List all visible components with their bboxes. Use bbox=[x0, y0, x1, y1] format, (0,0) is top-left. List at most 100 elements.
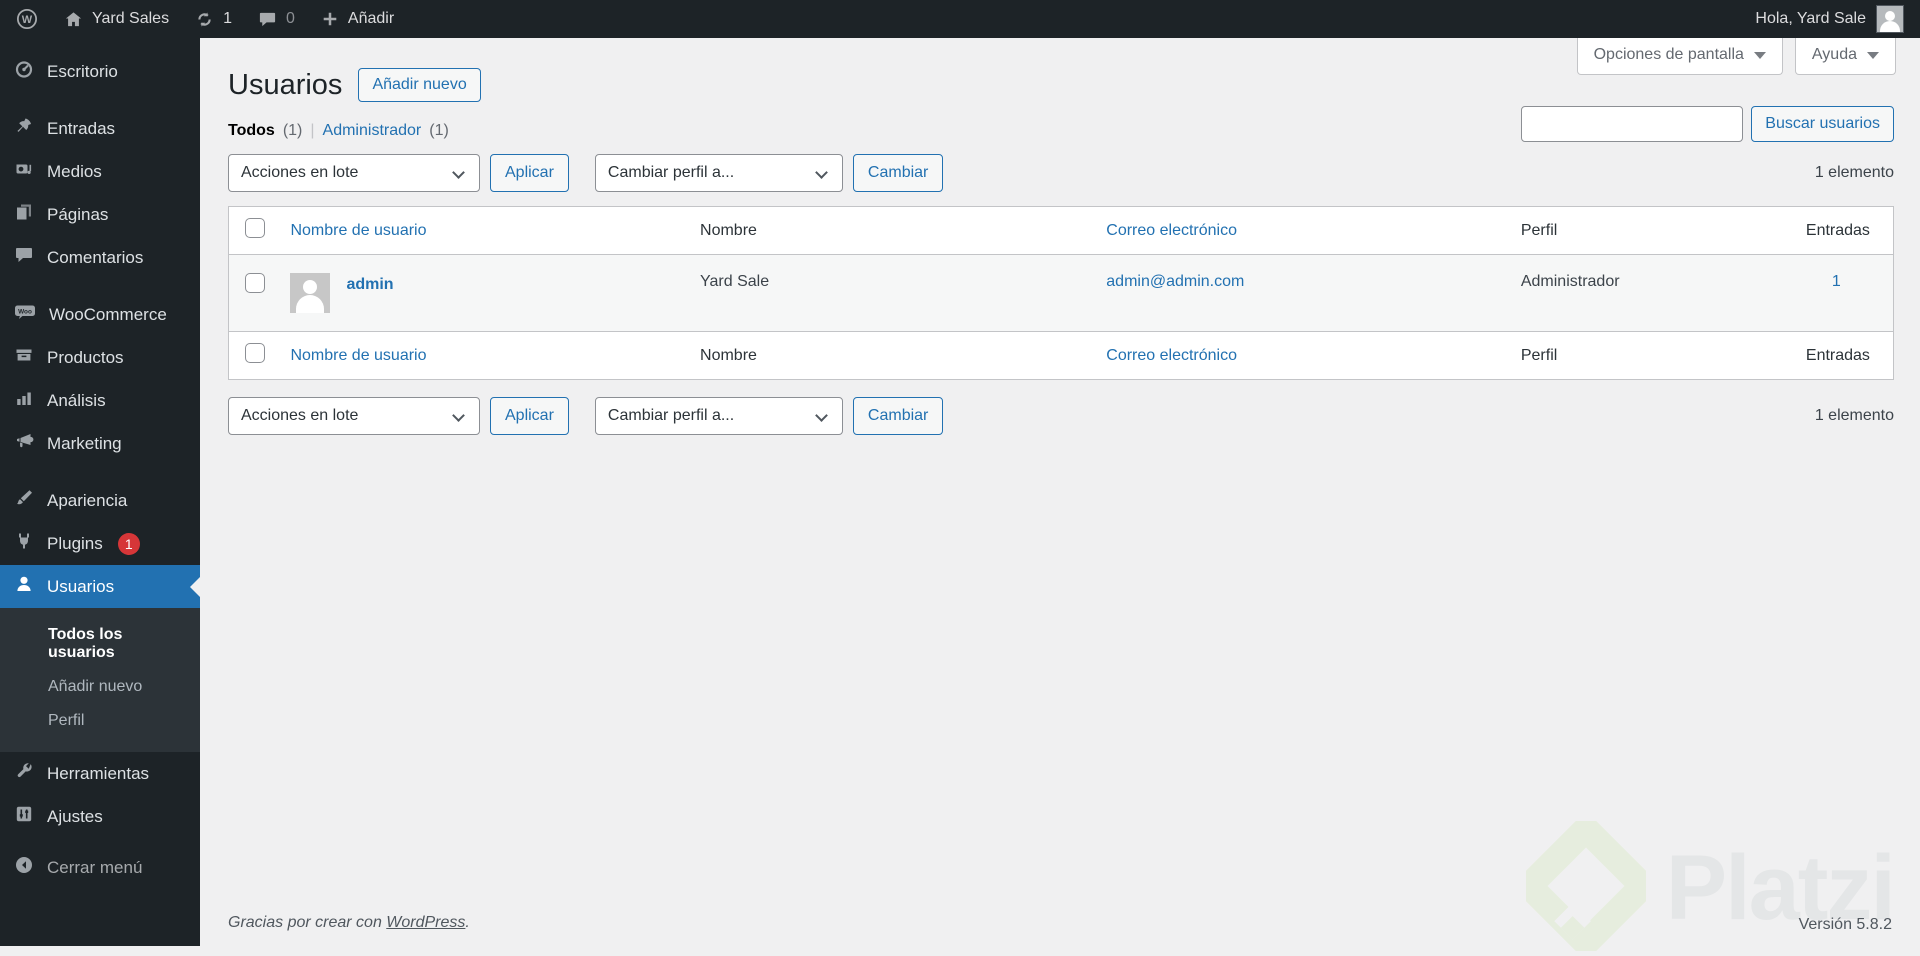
sidebar-item-anadir-nuevo[interactable]: Añadir nuevo bbox=[0, 670, 200, 704]
search-users-button[interactable]: Buscar usuarios bbox=[1751, 106, 1894, 142]
sidebar-item-medios[interactable]: Medios bbox=[0, 150, 200, 193]
filter-administrator-link[interactable]: Administrador bbox=[323, 122, 422, 140]
chevron-down-icon bbox=[1753, 51, 1766, 59]
platzi-logo-icon bbox=[1510, 810, 1661, 956]
change-button[interactable]: Cambiar bbox=[852, 154, 944, 192]
sidebar-item-ajustes[interactable]: Ajustes bbox=[0, 795, 200, 838]
table-row: admin Yard Sale admin@admin.com Administ… bbox=[228, 254, 1894, 332]
chevron-down-icon bbox=[815, 409, 828, 422]
sidebar-item-comentarios[interactable]: Comentarios bbox=[0, 236, 200, 279]
admin-bar: W Yard Sales 1 0 Añadir Hola, Yard Sale bbox=[0, 0, 1920, 38]
column-name: Nombre bbox=[688, 331, 1095, 380]
sidebar-item-marketing[interactable]: Marketing bbox=[0, 422, 200, 465]
pages-icon bbox=[14, 202, 34, 227]
tools-icon bbox=[14, 761, 34, 786]
username-link[interactable]: admin bbox=[346, 276, 393, 294]
change-role-select[interactable]: Cambiar perfil a... bbox=[594, 154, 843, 192]
bulk-actions-selected-value: Acciones en lote bbox=[241, 407, 359, 424]
sidebar-item-woocommerce[interactable]: Woo WooCommerce bbox=[0, 293, 200, 336]
column-email-sort[interactable]: Correo electrónico bbox=[1106, 347, 1237, 364]
filter-all-link[interactable]: Todos bbox=[228, 122, 275, 140]
select-all-checkbox-bottom[interactable] bbox=[245, 343, 265, 363]
column-posts: Entradas bbox=[1791, 206, 1894, 255]
add-new-user-button[interactable]: Añadir nuevo bbox=[358, 68, 481, 102]
sidebar-item-usuarios[interactable]: Usuarios bbox=[0, 565, 200, 608]
cell-name: Yard Sale bbox=[700, 273, 770, 290]
sidebar-item-paginas[interactable]: Páginas bbox=[0, 193, 200, 236]
column-username-sort[interactable]: Nombre de usuario bbox=[290, 347, 426, 364]
filter-all-count: (1) bbox=[282, 122, 303, 139]
row-checkbox[interactable] bbox=[245, 273, 265, 293]
account-menu[interactable]: Hola, Yard Sale bbox=[1755, 5, 1904, 33]
column-role: Perfil bbox=[1508, 331, 1792, 380]
bulk-actions-selected-value: Acciones en lote bbox=[241, 164, 359, 181]
sidebar-item-entradas[interactable]: Entradas bbox=[0, 107, 200, 150]
screen-options-label: Opciones de pantalla bbox=[1593, 46, 1744, 63]
bulk-actions-select[interactable]: Acciones en lote bbox=[228, 154, 480, 192]
dashboard-icon bbox=[14, 59, 34, 84]
change-role-selected-value: Cambiar perfil a... bbox=[607, 164, 735, 181]
footer-thanks: Gracias por crear con WordPress. bbox=[228, 914, 470, 932]
sidebar-item-label: Plugins bbox=[47, 533, 103, 553]
sidebar-item-label: Apariencia bbox=[47, 490, 128, 510]
filter-administrator-count: (1) bbox=[429, 122, 449, 139]
products-icon bbox=[14, 345, 34, 370]
sidebar-item-label: Análisis bbox=[47, 390, 106, 410]
sidebar-item-perfil[interactable]: Perfil bbox=[0, 704, 200, 738]
sidebar-item-label: Ajustes bbox=[47, 806, 103, 826]
wordpress-menu[interactable]: W bbox=[16, 8, 38, 30]
screen-options-button[interactable]: Opciones de pantalla bbox=[1576, 38, 1783, 75]
column-email-sort[interactable]: Correo electrónico bbox=[1106, 222, 1237, 239]
apply-button[interactable]: Aplicar bbox=[490, 154, 569, 192]
user-avatar bbox=[290, 273, 331, 313]
admin-sidebar: Escritorio Entradas Medios Páginas Comen… bbox=[0, 38, 200, 946]
change-role-selected-value: Cambiar perfil a... bbox=[607, 407, 735, 424]
footer-thanks-text: Gracias por crear con bbox=[228, 914, 387, 931]
change-button-bottom[interactable]: Cambiar bbox=[852, 397, 944, 435]
media-icon bbox=[14, 159, 34, 184]
bulk-actions-select-bottom[interactable]: Acciones en lote bbox=[228, 397, 480, 435]
greeting-label: Hola, Yard Sale bbox=[1755, 10, 1866, 27]
help-label: Ayuda bbox=[1811, 46, 1857, 63]
sidebar-item-label: Herramientas bbox=[47, 763, 150, 783]
column-posts: Entradas bbox=[1791, 331, 1894, 380]
cell-posts-link[interactable]: 1 bbox=[1832, 273, 1841, 290]
plugins-icon bbox=[14, 531, 34, 556]
plugins-update-badge: 1 bbox=[117, 532, 140, 555]
page-title: Usuarios bbox=[228, 68, 343, 101]
sidebar-item-analisis[interactable]: Análisis bbox=[0, 379, 200, 422]
comments-menu[interactable]: 0 bbox=[258, 10, 295, 29]
search-users-input[interactable] bbox=[1521, 106, 1744, 142]
chevron-down-icon bbox=[815, 166, 828, 179]
site-name-menu[interactable]: Yard Sales bbox=[64, 10, 169, 29]
sidebar-item-escritorio[interactable]: Escritorio bbox=[0, 50, 200, 93]
sidebar-item-plugins[interactable]: Plugins 1 bbox=[0, 522, 200, 565]
usuarios-submenu: Todos los usuarios Añadir nuevo Perfil bbox=[0, 608, 200, 752]
comments-count: 0 bbox=[285, 10, 295, 27]
sidebar-item-herramientas[interactable]: Herramientas bbox=[0, 752, 200, 795]
help-button[interactable]: Ayuda bbox=[1794, 38, 1896, 75]
sidebar-item-label: Cerrar menú bbox=[47, 857, 143, 877]
footer-thanks-period: . bbox=[465, 914, 470, 931]
chevron-down-icon bbox=[452, 409, 465, 422]
new-content-menu[interactable]: Añadir bbox=[321, 10, 394, 28]
pushpin-icon bbox=[14, 116, 34, 141]
sidebar-item-apariencia[interactable]: Apariencia bbox=[0, 479, 200, 522]
wordpress-logo-icon: W bbox=[16, 8, 38, 30]
wordpress-link[interactable]: WordPress bbox=[386, 914, 465, 931]
items-count-bottom: 1 elemento bbox=[1814, 407, 1894, 424]
updates-menu[interactable]: 1 bbox=[195, 10, 232, 29]
select-all-checkbox[interactable] bbox=[245, 218, 265, 238]
cell-email-link[interactable]: admin@admin.com bbox=[1106, 273, 1244, 290]
apply-button-bottom[interactable]: Aplicar bbox=[490, 397, 569, 435]
plus-icon bbox=[321, 10, 339, 28]
sidebar-item-productos[interactable]: Productos bbox=[0, 336, 200, 379]
home-icon bbox=[64, 10, 83, 29]
chevron-down-icon bbox=[452, 166, 465, 179]
collapse-menu-button[interactable]: Cerrar menú bbox=[0, 846, 200, 889]
comments-icon bbox=[14, 245, 34, 270]
column-username-sort[interactable]: Nombre de usuario bbox=[290, 222, 426, 239]
sidebar-item-todos-los-usuarios[interactable]: Todos los usuarios bbox=[0, 618, 200, 670]
footer-version: Versión 5.8.2 bbox=[1798, 916, 1892, 933]
change-role-select-bottom[interactable]: Cambiar perfil a... bbox=[594, 397, 843, 435]
